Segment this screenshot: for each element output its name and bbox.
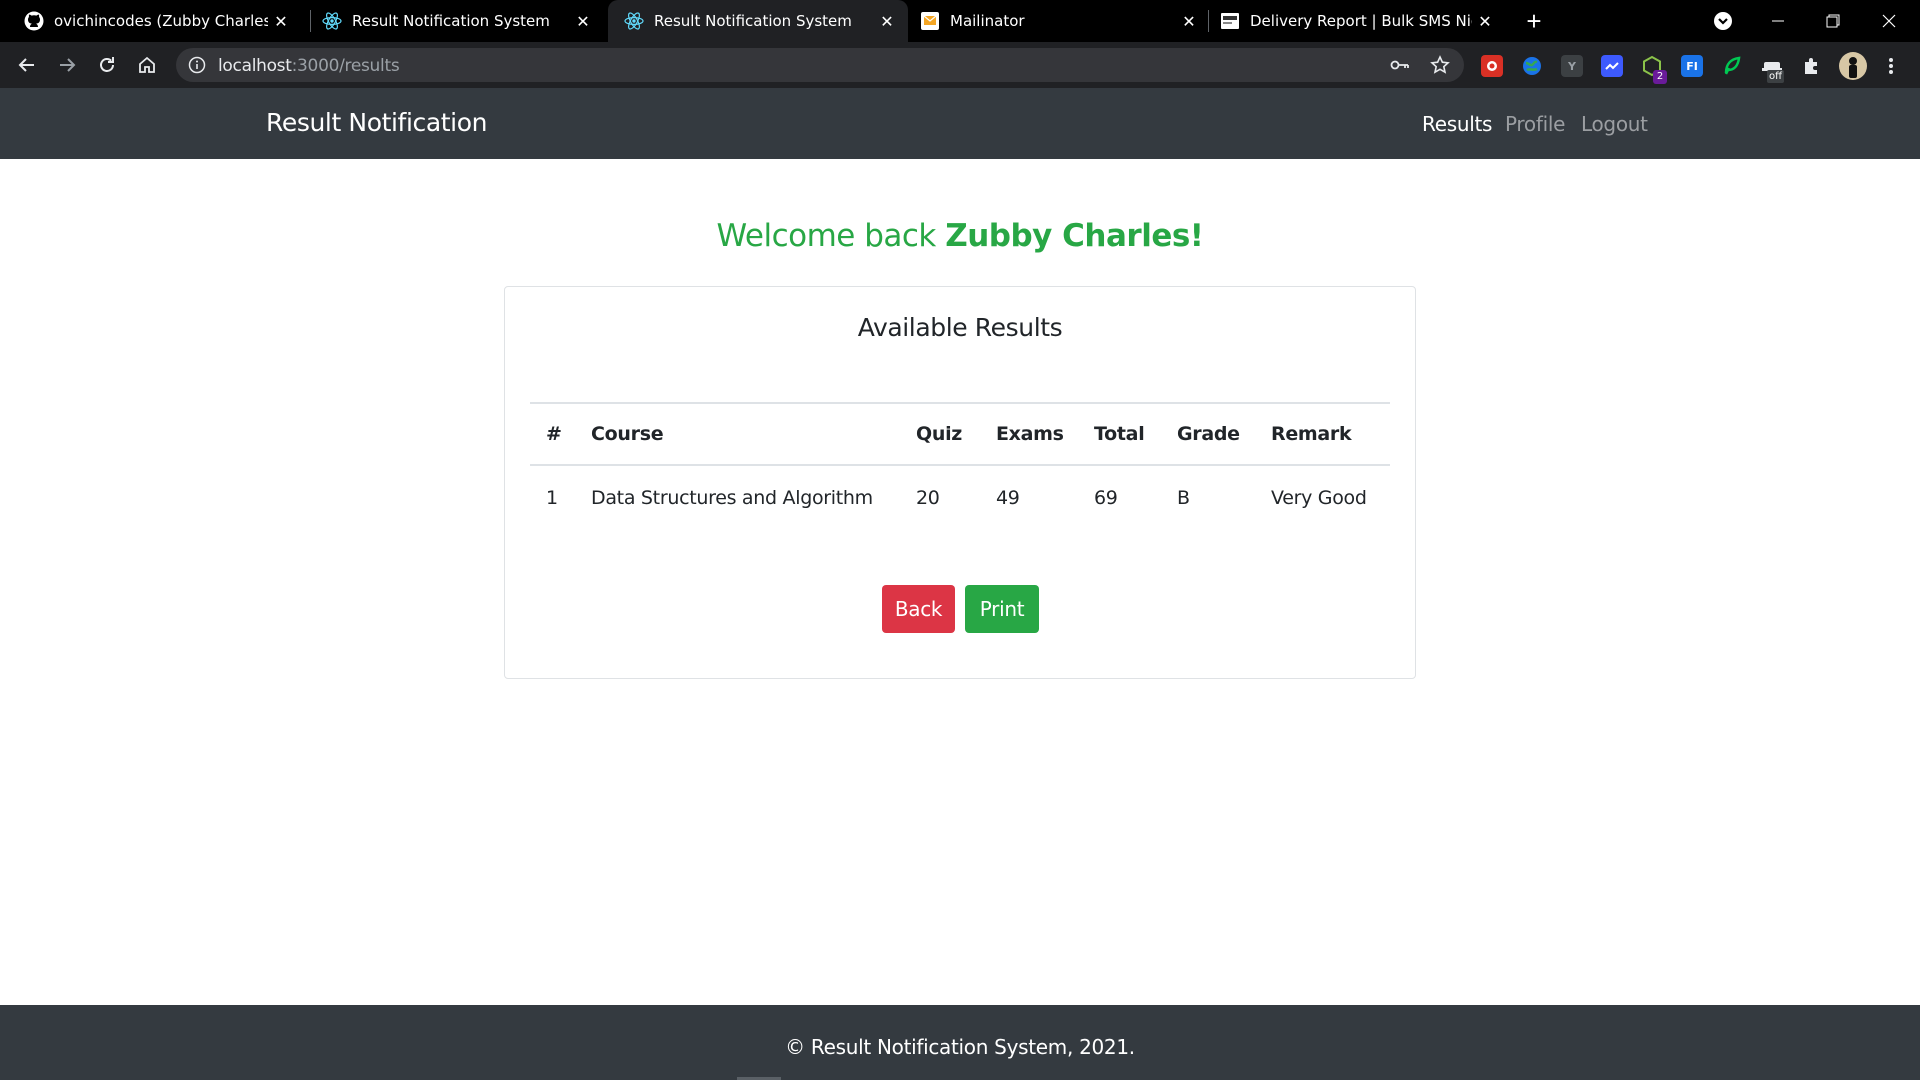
url-path: :3000/results <box>291 56 400 76</box>
back-arrow-icon[interactable] <box>12 50 42 80</box>
browser-toolbar: localhost:3000/results Y 2 FI off <box>0 42 1920 88</box>
tab-search-icon[interactable] <box>1700 0 1746 42</box>
cell-remark: Very Good <box>1271 486 1367 509</box>
extension-off-badge: off <box>1767 70 1785 83</box>
url-text[interactable]: localhost:3000/results <box>218 56 400 76</box>
extension-chart-icon[interactable] <box>1601 55 1623 77</box>
results-table: # Course Quiz Exams Total Grade Remark 1… <box>530 402 1390 529</box>
site-info-icon[interactable] <box>188 56 206 79</box>
browser-tab-github[interactable]: ovichincodes (Zubby Charles) ✕ <box>0 0 302 42</box>
browser-tab-result-active[interactable]: Result Notification System ✕ <box>608 0 908 42</box>
cell-total: 69 <box>1094 486 1118 509</box>
extension-leaf-icon[interactable] <box>1721 55 1743 77</box>
app-navbar: Result Notification Results Profile Logo… <box>0 88 1920 159</box>
tab-title: Mailinator <box>950 12 1025 30</box>
print-button[interactable]: Print <box>965 585 1039 633</box>
key-icon[interactable] <box>1390 56 1410 79</box>
extension-y-icon[interactable]: Y <box>1561 55 1583 77</box>
tab-title: ovichincodes (Zubby Charles) <box>54 12 268 30</box>
column-header-quiz: Quiz <box>900 402 980 466</box>
sms-icon <box>1220 11 1240 31</box>
card-title: Available Results <box>857 313 1063 342</box>
close-icon[interactable]: ✕ <box>1176 12 1202 31</box>
close-icon[interactable]: ✕ <box>1472 12 1498 31</box>
tab-title: Delivery Report | Bulk SMS Nigeria <box>1250 12 1472 30</box>
close-icon[interactable]: ✕ <box>570 12 596 31</box>
table-row: 1 Data Structures and Algorithm 20 49 69… <box>530 465 1390 529</box>
new-tab-button[interactable]: + <box>1520 7 1548 35</box>
extension-globe-icon[interactable] <box>1521 55 1543 77</box>
github-icon <box>24 11 44 31</box>
results-card: Available Results # Course Quiz Exams To… <box>504 286 1416 679</box>
restore-icon[interactable] <box>1810 0 1856 42</box>
menu-dots-icon[interactable] <box>1880 55 1902 77</box>
tab-divider <box>1208 10 1209 32</box>
nav-link-profile[interactable]: Profile <box>1505 112 1565 136</box>
column-header-exams: Exams <box>980 402 1078 466</box>
react-icon <box>322 11 342 31</box>
reload-icon[interactable] <box>92 50 122 80</box>
close-icon[interactable]: ✕ <box>268 12 294 31</box>
cell-quiz: 20 <box>916 486 940 509</box>
back-button[interactable]: Back <box>882 585 955 633</box>
extension-badge: 2 <box>1653 70 1667 84</box>
column-header-grade: Grade <box>1161 402 1255 466</box>
extension-red-icon[interactable] <box>1481 55 1503 77</box>
column-header-course: Course <box>575 402 900 466</box>
table-header-row: # Course Quiz Exams Total Grade Remark <box>530 402 1390 466</box>
forward-arrow-icon[interactable] <box>52 50 82 80</box>
extension-fi-icon[interactable]: FI <box>1681 55 1703 77</box>
minimize-icon[interactable] <box>1755 0 1801 42</box>
welcome-heading: Welcome back Zubby Charles! <box>0 218 1920 254</box>
url-host: localhost <box>218 56 292 76</box>
cell-course: Data Structures and Algorithm <box>591 486 873 509</box>
nav-link-results[interactable]: Results <box>1422 112 1492 136</box>
footer-copyright: © Result Notification System, 2021. <box>785 1035 1135 1059</box>
navbar-brand[interactable]: Result Notification <box>266 108 487 137</box>
browser-tab-sms[interactable]: Delivery Report | Bulk SMS Nigeria ✕ <box>1210 0 1506 42</box>
close-window-icon[interactable] <box>1866 0 1912 42</box>
page-footer: © Result Notification System, 2021. <box>0 1005 1920 1080</box>
column-header-total: Total <box>1078 402 1161 466</box>
cell-exams: 49 <box>996 486 1020 509</box>
welcome-prefix: Welcome back <box>716 218 946 254</box>
profile-avatar[interactable] <box>1839 52 1867 80</box>
tab-title: Result Notification System <box>654 12 852 30</box>
tab-title: Result Notification System <box>352 12 550 30</box>
column-header-remark: Remark <box>1255 402 1390 466</box>
browser-tab-strip: ovichincodes (Zubby Charles) ✕ Result No… <box>0 0 1920 42</box>
home-icon[interactable] <box>132 50 162 80</box>
puzzle-icon[interactable] <box>1801 55 1823 77</box>
close-icon[interactable]: ✕ <box>874 12 900 31</box>
address-bar[interactable]: localhost:3000/results <box>176 48 1464 82</box>
nav-link-logout[interactable]: Logout <box>1581 112 1648 136</box>
react-icon <box>624 11 644 31</box>
mailinator-icon <box>920 11 940 31</box>
welcome-user-name: Zubby Charles! <box>945 218 1204 254</box>
cell-grade: B <box>1177 486 1190 509</box>
browser-tab-result-1[interactable]: Result Notification System ✕ <box>302 0 604 42</box>
star-icon[interactable] <box>1430 55 1450 80</box>
cell-number: 1 <box>546 486 558 509</box>
browser-tab-mailinator[interactable]: Mailinator ✕ <box>908 0 1210 42</box>
column-header-number: # <box>530 402 575 466</box>
